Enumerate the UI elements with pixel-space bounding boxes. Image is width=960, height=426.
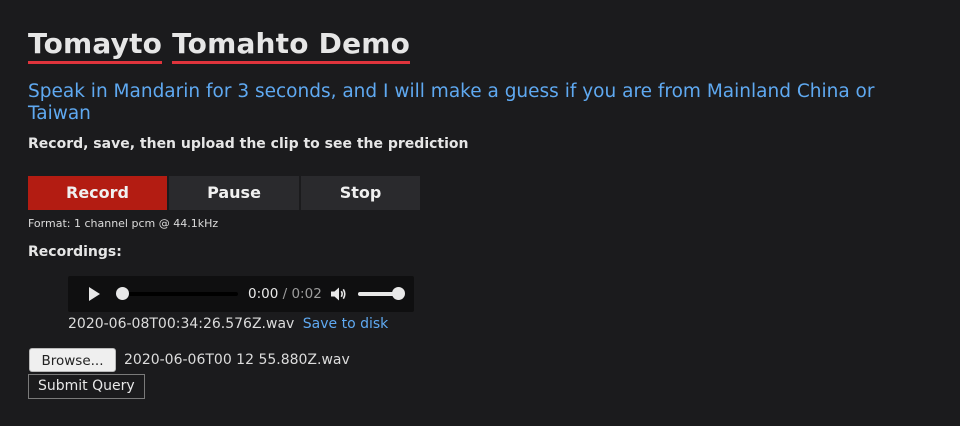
page-title: Tomayto Tomahto Demo <box>28 26 411 64</box>
recordings-label: Recordings: <box>28 244 122 260</box>
record-button[interactable]: Record <box>28 176 167 210</box>
volume-icon[interactable] <box>329 285 347 303</box>
browse-button[interactable]: Browse... <box>29 347 116 372</box>
volume-thumb[interactable] <box>392 287 405 300</box>
play-icon[interactable] <box>86 286 102 302</box>
recording-item: 2020-06-08T00:34:26.576Z.wav Save to dis… <box>68 316 388 332</box>
chosen-file-name: 2020-06-06T00 12 55.880Z.wav <box>124 351 350 368</box>
stop-button[interactable]: Stop <box>301 176 420 210</box>
title-word-demo: Demo <box>318 27 411 60</box>
save-to-disk-link[interactable]: Save to disk <box>303 316 389 332</box>
audio-player: 0:00 / 0:02 <box>68 276 414 312</box>
time-separator: / <box>278 286 292 302</box>
title-word-tomahto: Tomahto <box>172 27 309 60</box>
recorder-controls: Record Pause Stop <box>28 176 420 210</box>
current-time: 0:00 <box>248 286 279 302</box>
seek-track[interactable] <box>121 292 238 296</box>
submit-query-button[interactable]: Submit Query <box>28 374 145 399</box>
page: Tomayto Tomahto Demo Speak in Mandarin f… <box>0 0 960 426</box>
title-word-tomayto: Tomayto <box>28 27 163 64</box>
recording-filename: 2020-06-08T00:34:26.576Z.wav <box>68 316 295 332</box>
duration: 0:02 <box>291 286 322 302</box>
upload-row: Browse... 2020-06-06T00 12 55.880Z.wav <box>29 347 350 372</box>
seek-thumb[interactable] <box>116 287 129 300</box>
format-info: Format: 1 channel pcm @ 44.1kHz <box>28 217 219 230</box>
subtitle: Speak in Mandarin for 3 seconds, and I w… <box>28 81 875 124</box>
pause-button[interactable]: Pause <box>169 176 299 210</box>
instructions: Record, save, then upload the clip to se… <box>28 136 469 152</box>
title-word-tomahto-demo: Tomahto Demo <box>172 26 411 64</box>
time-display: 0:00 / 0:02 <box>248 286 322 302</box>
